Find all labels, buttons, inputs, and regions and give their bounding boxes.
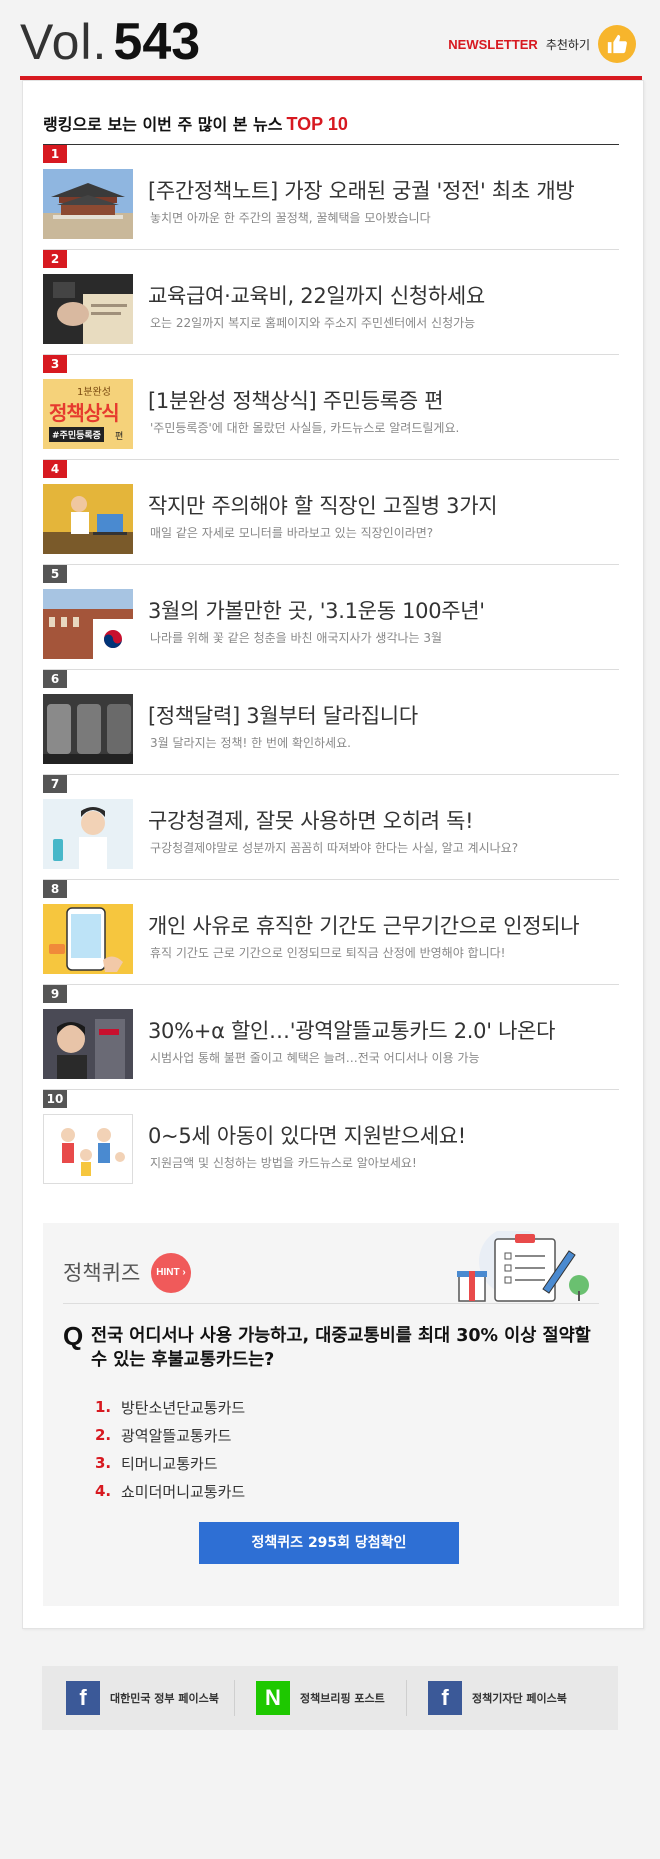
thumb-text-main: 정책상식 xyxy=(49,401,120,425)
option-number: 4. xyxy=(95,1482,112,1500)
ranking-title-accent: TOP 10 xyxy=(286,114,348,134)
footer-link-label: 정책브리핑 포스트 xyxy=(300,1692,385,1705)
news-subtitle: 시범사업 통해 불편 줄이고 혜택은 늘려…전국 어디서나 이용 가능 xyxy=(150,1051,480,1065)
thumb-text-top: 1분완성 xyxy=(77,387,111,398)
news-title: 0~5세 아동이 있다면 지원받으세요! xyxy=(148,1124,466,1148)
footer-link-gov-facebook[interactable]: f 대한민국 정부 페이스북 xyxy=(66,1680,219,1716)
news-subtitle: 구강청결제야말로 성분까지 꼼꼼히 따져봐야 한다는 사실, 알고 계시나요? xyxy=(150,841,519,855)
rank-badge: 5 xyxy=(43,565,67,583)
quiz-option-4[interactable]: 4. 쇼미더머니교통카드 xyxy=(95,1477,245,1505)
news-thumbnail-palace xyxy=(43,169,133,239)
question-mark-label: Q xyxy=(63,1321,84,1351)
news-subtitle: 놓치면 아까운 한 주간의 꿀정책, 꿀혜택을 모아봤습니다 xyxy=(150,211,431,225)
news-item-9[interactable]: 9 30%+α 할인…'광역알뜰교통카드 2.0' 나온다 시범사업 통해 불편… xyxy=(43,985,619,1090)
ranking-title: 랭킹으로 보는 이번 주 많이 본 뉴스 TOP 10 xyxy=(43,111,348,135)
quiz-option-2[interactable]: 2. 광역알뜰교통카드 xyxy=(95,1421,245,1449)
news-thumbnail-commuters xyxy=(43,1009,133,1079)
option-label: 쇼미더머니교통카드 xyxy=(121,1482,246,1501)
hint-button[interactable]: HINT › xyxy=(151,1253,191,1293)
news-item-4[interactable]: 4 작지만 주의해야 할 직장인 고질병 3가지 매일 같은 자세로 모니터를 … xyxy=(43,460,619,565)
quiz-winner-check-button[interactable]: 정책퀴즈 295회 당첨확인 xyxy=(199,1522,459,1564)
volume-label: Vol. xyxy=(20,14,108,70)
news-subtitle: 3월 달라지는 정책! 한 번에 확인하세요. xyxy=(150,736,351,750)
news-subtitle: '주민등록증'에 대한 몰랐던 사실들, 카드뉴스로 알려드릴게요. xyxy=(150,421,460,435)
quiz-options: 1. 방탄소년단교통카드 2. 광역알뜰교통카드 3. 티머니교통카드 4. 쇼미더머니… xyxy=(95,1393,245,1505)
news-title: 작지만 주의해야 할 직장인 고질병 3가지 xyxy=(148,494,498,518)
news-item-8[interactable]: 8 개인 사유로 휴직한 기간도 근무기간으로 인정되나 휴직 기간도 근로 기… xyxy=(43,880,619,985)
news-title: [정책달력] 3월부터 달라집니다 xyxy=(148,704,418,728)
option-label: 티머니교통카드 xyxy=(121,1454,218,1473)
thumbs-up-icon xyxy=(598,25,636,63)
news-subtitle: 오는 22일까지 복지로 홈페이지와 주소지 주민센터에서 신청가능 xyxy=(150,316,476,330)
option-number: 1. xyxy=(95,1398,112,1416)
news-title: 30%+α 할인…'광역알뜰교통카드 2.0' 나온다 xyxy=(148,1019,556,1043)
rank-badge: 9 xyxy=(43,985,67,1003)
clipboard-checklist-icon xyxy=(451,1227,601,1307)
facebook-icon: f xyxy=(66,1681,100,1715)
news-subtitle: 나라를 위해 꽃 같은 청춘을 바친 애국지사가 생각나는 3월 xyxy=(150,631,443,645)
volume-number: 543 xyxy=(113,13,201,71)
footer-separator xyxy=(234,1680,235,1716)
news-thumbnail-mouthwash xyxy=(43,799,133,869)
ranking-title-text: 랭킹으로 보는 이번 주 많이 본 뉴스 xyxy=(43,115,283,134)
footer-link-label: 대한민국 정부 페이스북 xyxy=(110,1692,219,1705)
facebook-icon: f xyxy=(428,1681,462,1715)
news-item-3[interactable]: 1분완성 정책상식 #주민등록증 편 3 [1분완성 정책상식] 주민등록증 편… xyxy=(43,355,619,460)
recommend-newsletter-button[interactable]: NEWSLETTER 추천하기 xyxy=(448,24,636,64)
news-title: [주간정책노트] 가장 오래된 궁궐 '정전' 최초 개방 xyxy=(148,179,575,203)
footer-link-naver-post[interactable]: N 정책브리핑 포스트 xyxy=(256,1680,385,1716)
news-item-1[interactable]: 1 [주간정책노트] 가장 오래된 궁궐 '정전' 최초 개방 놓치면 아까운 … xyxy=(43,145,619,250)
footer-links-bar: f 대한민국 정부 페이스북 N 정책브리핑 포스트 f 정책기자단 페이스북 xyxy=(42,1666,618,1730)
newsletter-label: NEWSLETTER xyxy=(448,36,538,52)
rank-badge: 10 xyxy=(43,1090,67,1108)
news-title: 교육급여·교육비, 22일까지 신청하세요 xyxy=(148,284,485,308)
footer-separator xyxy=(406,1680,407,1716)
news-item-7[interactable]: 7 구강청결제, 잘못 사용하면 오히려 독! 구강청결제야말로 성분까지 꼼꼼… xyxy=(43,775,619,880)
news-thumbnail-study-desk xyxy=(43,274,133,344)
quiz-divider xyxy=(63,1303,599,1304)
news-thumbnail-family xyxy=(43,1114,133,1184)
rank-badge: 4 xyxy=(43,460,67,478)
rank-badge: 1 xyxy=(43,145,67,163)
volume-title: Vol. 543 xyxy=(20,12,200,72)
news-title: [1분완성 정책상식] 주민등록증 편 xyxy=(148,389,444,413)
news-subtitle: 휴직 기간도 근로 기간으로 인정되므로 퇴직금 산정에 반영해야 합니다! xyxy=(150,946,506,960)
quiz-option-3[interactable]: 3. 티머니교통카드 xyxy=(95,1449,245,1477)
news-thumbnail-card-news: 1분완성 정책상식 #주민등록증 편 xyxy=(43,379,133,449)
rank-badge: 2 xyxy=(43,250,67,268)
rank-badge: 6 xyxy=(43,670,67,688)
rank-badge: 3 xyxy=(43,355,67,373)
option-label: 방탄소년단교통카드 xyxy=(121,1398,246,1417)
rank-badge: 8 xyxy=(43,880,67,898)
news-item-10[interactable]: 10 0~5세 아동이 있다면 지원받으세요! 지원금액 및 신청하는 방법을 … xyxy=(43,1090,619,1194)
option-label: 광역알뜰교통카드 xyxy=(121,1426,232,1445)
option-number: 2. xyxy=(95,1426,112,1444)
naver-icon: N xyxy=(256,1681,290,1715)
news-thumbnail-office-worker xyxy=(43,484,133,554)
news-title: 3월의 가볼만한 곳, '3.1운동 100주년' xyxy=(148,599,485,623)
option-number: 3. xyxy=(95,1454,112,1472)
news-item-5[interactable]: 5 3월의 가볼만한 곳, '3.1운동 100주년' 나라를 위해 꽃 같은 … xyxy=(43,565,619,670)
quiz-title: 정책퀴즈 xyxy=(63,1261,141,1285)
news-thumbnail-bus-seats xyxy=(43,694,133,764)
news-item-6[interactable]: 6 [정책달력] 3월부터 달라집니다 3월 달라지는 정책! 한 번에 확인하… xyxy=(43,670,619,775)
news-subtitle: 지원금액 및 신청하는 방법을 카드뉴스로 알아보세요! xyxy=(150,1156,417,1170)
news-item-2[interactable]: 2 교육급여·교육비, 22일까지 신청하세요 오는 22일까지 복지로 홈페이… xyxy=(43,250,619,355)
rank-badge: 7 xyxy=(43,775,67,793)
news-title: 개인 사유로 휴직한 기간도 근무기간으로 인정되나 xyxy=(148,914,580,938)
policy-quiz-section: 정책퀴즈 HINT › Q 전국 어디서나 사용 가능하고, 대중교통비를 최대… xyxy=(43,1223,619,1606)
news-title: 구강청결제, 잘못 사용하면 오히려 독! xyxy=(148,809,474,833)
quiz-question: 전국 어디서나 사용 가능하고, 대중교통비를 최대 30% 이상 절약할 수 … xyxy=(91,1326,591,1370)
footer-link-label: 정책기자단 페이스북 xyxy=(472,1692,567,1705)
recommend-label: 추천하기 xyxy=(545,37,590,52)
quiz-option-1[interactable]: 1. 방탄소년단교통카드 xyxy=(95,1393,245,1421)
thumb-text-suffix: 편 xyxy=(115,432,124,442)
news-thumbnail-taegukgi-building xyxy=(43,589,133,659)
news-thumbnail-smartphone xyxy=(43,904,133,974)
thumb-text-tag: #주민등록증 xyxy=(49,427,104,442)
newsletter-card: 랭킹으로 보는 이번 주 많이 본 뉴스 TOP 10 1 [주간정책노트] 가장… xyxy=(22,80,644,1629)
newsletter-header: Vol. 543 NEWSLETTER 추천하기 xyxy=(20,0,640,80)
footer-link-reporters-facebook[interactable]: f 정책기자단 페이스북 xyxy=(428,1680,567,1716)
news-subtitle: 매일 같은 자세로 모니터를 바라보고 있는 직장인이라면? xyxy=(150,526,434,540)
